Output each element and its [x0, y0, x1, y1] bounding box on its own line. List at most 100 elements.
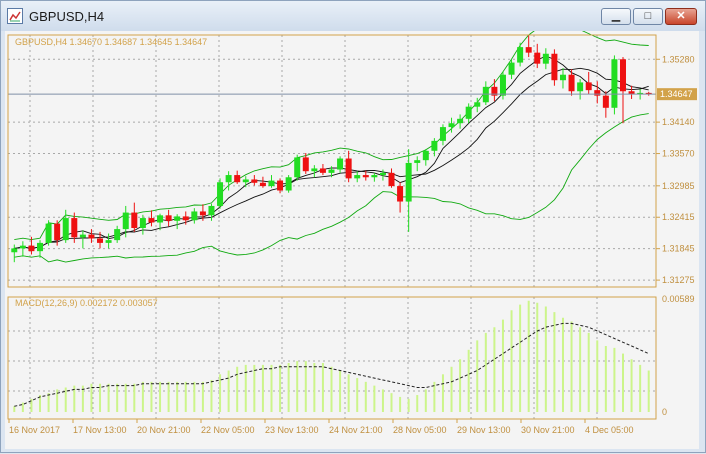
time-axis-label: 28 Nov 05:00 — [393, 425, 447, 435]
candle-body — [414, 160, 421, 163]
candle-body — [242, 179, 249, 183]
maximize-button[interactable]: □ — [633, 8, 663, 25]
time-axis-label: 23 Nov 13:00 — [265, 425, 319, 435]
close-icon: ✕ — [676, 10, 686, 22]
candle-body — [577, 82, 584, 92]
candle-body — [79, 234, 86, 238]
candle-body — [277, 180, 284, 191]
chart-window-icon — [7, 8, 23, 24]
candle-body — [594, 90, 601, 96]
candle-body — [148, 218, 155, 223]
candle-body — [97, 238, 104, 243]
candle-body — [11, 248, 18, 253]
candle-body — [319, 168, 326, 173]
candle-body — [559, 74, 566, 81]
time-axis-label: 29 Nov 13:00 — [457, 425, 511, 435]
candle-body — [439, 127, 446, 141]
candle-body — [397, 186, 404, 202]
candle-body — [199, 211, 206, 216]
candle-body — [379, 172, 386, 176]
candle-body — [465, 106, 472, 119]
chart-window: GBPUSD,H4 ▁ □ ✕ GBPUSD,H4 1.34670 1.3468… — [0, 0, 706, 453]
candle-body — [499, 74, 506, 96]
candle-body — [234, 175, 241, 183]
candle-body — [259, 182, 266, 187]
price-axis-label: 1.32985 — [662, 181, 695, 191]
candle-body — [37, 242, 44, 252]
macd-axis-label: 0.00589 — [662, 294, 695, 304]
candle-body — [131, 212, 138, 228]
candle-body — [225, 175, 232, 183]
price-axis-label: 1.32415 — [662, 212, 695, 222]
candle-body — [337, 158, 344, 170]
price-axis-label: 1.31275 — [662, 275, 695, 285]
candle-body — [174, 216, 181, 221]
candle-body — [534, 52, 541, 64]
candle-body — [602, 95, 609, 108]
candle-body — [54, 223, 61, 241]
time-axis-label: 22 Nov 05:00 — [201, 425, 255, 435]
close-button[interactable]: ✕ — [665, 8, 697, 25]
candle-body — [208, 205, 215, 216]
macd-axis-label: 0 — [662, 407, 667, 417]
candle-body — [302, 157, 309, 172]
time-axis-label: 30 Nov 21:00 — [521, 425, 575, 435]
time-axis-label: 24 Nov 21:00 — [329, 425, 383, 435]
chart-svg[interactable]: GBPUSD,H4 1.34670 1.34687 1.34645 1.3464… — [5, 19, 699, 449]
moving-average-slow-line — [14, 67, 649, 249]
candle-body — [28, 245, 35, 252]
bollinger-lower-line — [14, 113, 649, 263]
candle-body — [422, 150, 429, 161]
candle-body — [362, 175, 369, 178]
candle-body — [165, 215, 172, 221]
chart-grid — [8, 35, 656, 419]
candle-body — [371, 175, 378, 178]
macd-header: MACD(12,26,9) 0.002172 0.003057 — [15, 298, 158, 308]
candle-body — [285, 177, 292, 191]
candle-body — [517, 47, 524, 63]
candle-body — [619, 59, 626, 92]
candle-body — [19, 245, 26, 249]
candle-body — [45, 223, 52, 243]
candle-body — [568, 74, 575, 92]
price-axis-label: 1.33570 — [662, 149, 695, 159]
candle-body — [345, 158, 352, 179]
candle-body — [328, 169, 335, 173]
candle-body — [268, 180, 275, 187]
chart-area[interactable]: GBPUSD,H4 1.34670 1.34687 1.34645 1.3464… — [5, 19, 699, 449]
time-axis-label: 16 Nov 2017 — [9, 425, 60, 435]
candle-body — [122, 212, 129, 230]
candle-body — [611, 59, 618, 108]
candle-body — [405, 162, 412, 202]
macd-panel — [13, 300, 650, 412]
candle-body — [551, 53, 558, 81]
candle-body — [191, 211, 198, 221]
current-price-label: 1.34647 — [660, 89, 693, 99]
candle-body — [448, 123, 455, 128]
price-axis: 1.35280 1.34140 1.33570 1.32985 1.32415 1.318… — [656, 54, 697, 285]
time-axis-label: 17 Nov 13:00 — [73, 425, 127, 435]
maximize-icon: □ — [644, 10, 652, 22]
time-axis-label: 4 Dec 05:00 — [585, 425, 634, 435]
minimize-button[interactable]: ▁ — [601, 8, 631, 25]
candle-body — [388, 172, 395, 187]
candle-body — [88, 234, 95, 239]
candle-body — [114, 229, 121, 241]
title-bar[interactable]: GBPUSD,H4 ▁ □ ✕ — [1, 1, 705, 31]
time-axis-label: 20 Nov 21:00 — [137, 425, 191, 435]
candle-body — [508, 62, 515, 75]
price-axis-label: 1.31845 — [662, 244, 695, 254]
candle-body — [251, 179, 258, 183]
candlestick-series — [8, 35, 656, 263]
candle-body — [474, 102, 481, 107]
window-title: GBPUSD,H4 — [29, 9, 105, 24]
candle-body — [525, 47, 532, 53]
candle-body — [294, 157, 301, 178]
candle-body — [217, 182, 224, 206]
candle-body — [311, 168, 318, 172]
candle-body — [182, 216, 189, 221]
price-axis-label: 1.34140 — [662, 117, 695, 127]
candle-body — [62, 218, 69, 241]
moving-average-fast-line — [14, 55, 649, 249]
candle-body — [585, 82, 592, 91]
